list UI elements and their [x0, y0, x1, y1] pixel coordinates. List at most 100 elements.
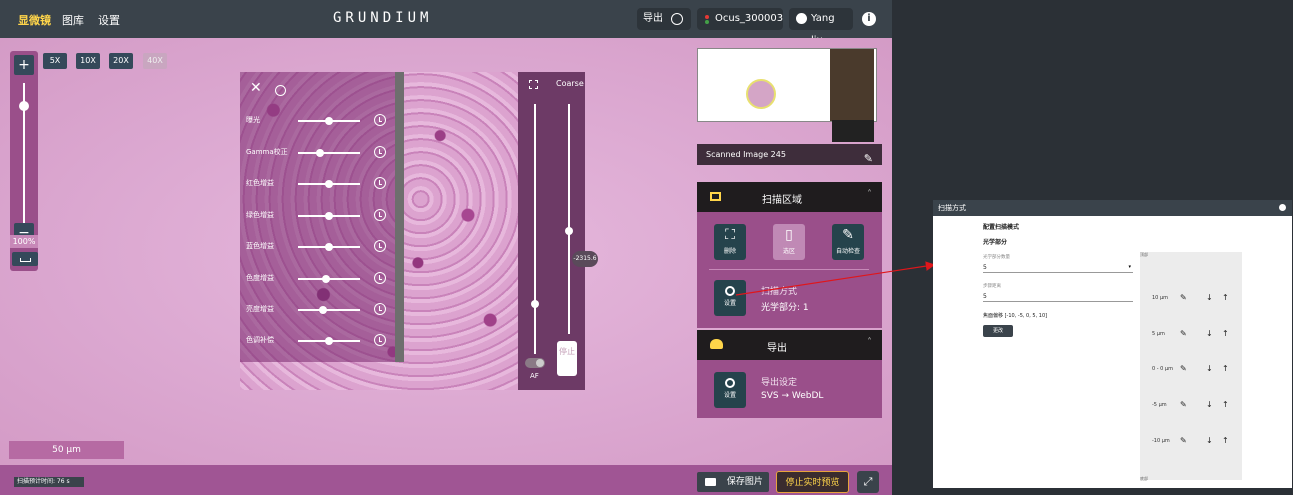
arrow-up-icon[interactable]: ↑	[1222, 364, 1229, 373]
device-label: Ocus_300003	[715, 13, 784, 24]
adjust-row: 亮度增益	[240, 301, 395, 317]
chevron-up-icon[interactable]: ˄	[867, 337, 872, 348]
reset-all-icon[interactable]	[275, 85, 286, 96]
adjust-label: 红色增益	[246, 179, 274, 187]
scan-settings-button[interactable]: 设置	[714, 280, 746, 316]
adjust-row: 红色增益	[240, 175, 395, 191]
scan-area-header[interactable]: 扫描区域 ˄	[697, 182, 882, 212]
reset-icon[interactable]	[374, 303, 386, 315]
focus-layer-row: 10 µm ✎ ↓ ↑	[1140, 292, 1250, 304]
edit-pencil-icon[interactable]: ✎	[1180, 329, 1187, 338]
scan-area-body: ⛶ 删除 ▯ 选区 ✎ 自动检查 设置 扫描方式 光学部分: 1	[697, 212, 882, 328]
focus-layer-label: 10 µm	[1152, 295, 1169, 301]
scale-bar: 50 µm	[9, 441, 124, 459]
strip-top-label: 顶部	[1140, 252, 1148, 257]
scan-area-title: 扫描区域	[762, 195, 802, 206]
adjust-slider-knob[interactable]	[325, 337, 333, 345]
coarse-focus-knob[interactable]	[565, 226, 573, 235]
adjust-label: 色调补偿	[246, 336, 274, 344]
adjust-slider-knob[interactable]	[325, 243, 333, 251]
arrow-down-icon[interactable]: ↓	[1206, 329, 1213, 338]
camera-icon	[705, 477, 716, 486]
export-button[interactable]: 导出	[637, 8, 691, 30]
arrow-down-icon[interactable]: ↓	[1206, 400, 1213, 409]
zoom-in-button[interactable]: +	[14, 55, 34, 75]
edit-pencil-icon[interactable]: ✎	[1180, 293, 1187, 302]
info-icon[interactable]: i	[862, 12, 876, 26]
arrow-up-icon[interactable]: ↑	[1222, 400, 1229, 409]
close-icon[interactable]	[1279, 204, 1286, 211]
chevron-up-icon[interactable]: ˄	[867, 189, 872, 200]
close-icon[interactable]: ✕	[250, 80, 262, 96]
scan-mode-value: 光学部分: 1	[761, 303, 809, 313]
arrow-up-icon[interactable]: ↑	[1222, 436, 1229, 445]
adjust-row: 绿色增益	[240, 207, 395, 223]
stop-focus-button[interactable]: 停止	[557, 341, 577, 376]
auto-check-button[interactable]: ✎ 自动检查	[832, 224, 864, 260]
adjust-slider-knob[interactable]	[325, 212, 333, 220]
step-distance-input[interactable]: 5	[983, 291, 1133, 302]
slide-thumbnail[interactable]	[697, 48, 877, 122]
fine-focus-knob[interactable]	[531, 300, 539, 308]
focus-layer-row: 5 µm ✎ ↓ ↑	[1140, 328, 1250, 340]
reset-icon[interactable]	[374, 334, 386, 346]
focus-layer-label: 0 - 0 µm	[1152, 366, 1173, 372]
menu-gallery[interactable]: 图库	[62, 12, 84, 28]
arrow-down-icon[interactable]: ↓	[1206, 436, 1213, 445]
focus-expand-icon[interactable]	[529, 80, 538, 89]
stop-live-preview-button[interactable]: 停止实时预览	[776, 471, 849, 493]
mag-20x-button[interactable]: 20X	[109, 53, 133, 69]
reset-icon[interactable]	[374, 240, 386, 252]
mag-10x-button[interactable]: 10X	[76, 53, 100, 69]
zoom-knob[interactable]	[19, 100, 29, 111]
panel-scrollbar[interactable]	[395, 72, 404, 362]
edit-pencil-icon[interactable]: ✎	[1180, 436, 1187, 445]
adjust-slider-knob[interactable]	[325, 117, 333, 125]
adjust-row: 蓝色增益	[240, 238, 395, 254]
edit-pencil-icon[interactable]: ✎	[864, 148, 873, 169]
thumbnail-edge	[832, 120, 874, 142]
layers-count-select[interactable]: 5 ▾	[983, 262, 1133, 273]
reset-icon[interactable]	[374, 177, 386, 189]
arrow-up-icon[interactable]: ↑	[1222, 329, 1229, 338]
adjust-slider-knob[interactable]	[318, 306, 327, 314]
step-distance-label: 步骤距离	[983, 284, 1001, 289]
export-title: 导出	[767, 343, 787, 354]
edit-pencil-icon[interactable]: ✎	[1180, 400, 1187, 409]
reset-icon[interactable]	[374, 114, 386, 126]
slide-name-bar: Scanned Image 245 ✎	[697, 144, 882, 165]
arrow-up-icon[interactable]: ↑	[1222, 293, 1229, 302]
af-toggle[interactable]	[525, 358, 545, 368]
export-settings-button[interactable]: 设置	[714, 372, 746, 408]
mag-40x-button[interactable]: 40X	[143, 53, 167, 69]
fit-view-button[interactable]	[12, 252, 38, 266]
fine-focus-track[interactable]	[534, 104, 536, 354]
user-button[interactable]: Yang liu	[789, 8, 853, 46]
adjust-slider-track[interactable]	[298, 152, 360, 154]
menu-settings[interactable]: 设置	[98, 12, 120, 28]
focus-layer-row: -5 µm ✎ ↓ ↑	[1140, 399, 1250, 411]
focus-layer-label: -5 µm	[1152, 402, 1167, 408]
mag-5x-button[interactable]: 5X	[43, 53, 67, 69]
adjust-slider-track[interactable]	[298, 309, 360, 311]
fullscreen-icon[interactable]: ⤢	[857, 471, 879, 493]
delete-area-label: 删除	[723, 248, 736, 255]
adjust-slider-knob[interactable]	[325, 180, 333, 188]
adjust-label: 亮度增益	[246, 305, 274, 313]
arrow-down-icon[interactable]: ↓	[1206, 293, 1213, 302]
apply-button[interactable]: 更改	[983, 325, 1013, 337]
reset-icon[interactable]	[374, 209, 386, 221]
device-button[interactable]: Ocus_300003	[697, 8, 783, 30]
menu-microscope[interactable]: 显微镜	[18, 12, 51, 28]
export-header[interactable]: 导出 ˄	[697, 330, 882, 360]
delete-area-button[interactable]: ⛶ 删除	[714, 224, 746, 260]
arrow-down-icon[interactable]: ↓	[1206, 364, 1213, 373]
adjust-slider-knob[interactable]	[321, 275, 330, 283]
reset-icon[interactable]	[374, 272, 386, 284]
adjust-slider-knob[interactable]	[315, 149, 324, 157]
edit-pencil-icon[interactable]: ✎	[1180, 364, 1187, 373]
select-area-button[interactable]: ▯ 选区	[773, 224, 805, 260]
save-image-button[interactable]: 保存图片	[697, 472, 769, 492]
coarse-focus-track[interactable]	[568, 104, 570, 334]
reset-icon[interactable]	[374, 146, 386, 158]
